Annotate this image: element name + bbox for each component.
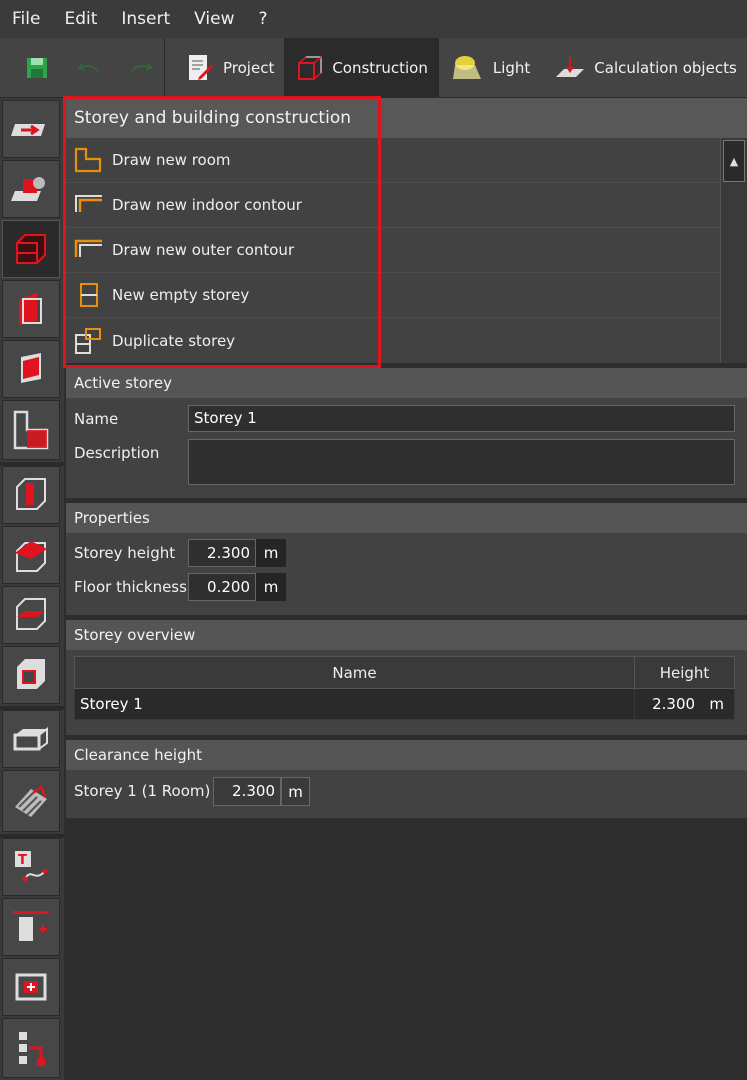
text-icon[interactable]: T (2, 838, 60, 896)
room-draw-icon (74, 147, 102, 173)
draw-new-room-label: Draw new room (112, 151, 231, 169)
roof-icon[interactable] (2, 526, 60, 584)
storey-overview-body: Name Height Storey 1 2.300 m (66, 650, 747, 735)
floor-icon[interactable] (2, 586, 60, 644)
svg-text:T: T (18, 853, 27, 868)
storey-name-label: Name (74, 410, 119, 428)
floor-thickness-label: Floor thickness (74, 578, 187, 596)
outer-contour-icon (74, 239, 102, 257)
wall-icon[interactable] (2, 280, 60, 338)
construction-command-list: Draw new room Draw new indoor contour Dr… (66, 138, 747, 363)
tab-construction[interactable]: Construction (284, 38, 439, 97)
tab-construction-label: Construction (332, 58, 428, 77)
draw-new-room-button[interactable]: Draw new room (66, 138, 720, 183)
new-empty-storey-label: New empty storey (112, 286, 250, 304)
stairs-icon[interactable] (2, 770, 60, 832)
luminaire-icon[interactable] (2, 898, 60, 956)
undo-icon[interactable] (74, 53, 104, 83)
row-height-cell: 2.300 m (634, 688, 735, 720)
toolbar-file-actions (0, 38, 165, 97)
furniture-icon[interactable] (2, 160, 60, 218)
column-header-height[interactable]: Height (634, 656, 735, 689)
command-list-scrollbar[interactable]: ▲ (720, 138, 747, 363)
clearance-height-title: Clearance height (66, 740, 747, 770)
storey-description-label: Description (74, 444, 160, 462)
main-panel: Storey and building construction Draw ne… (66, 98, 747, 818)
indoor-contour-icon (75, 195, 102, 212)
table-row[interactable]: Storey 1 2.300 m (73, 688, 735, 720)
tab-calculation-objects[interactable]: Calculation objects (540, 38, 747, 97)
clearance-height-unit: m (281, 777, 310, 806)
draw-new-indoor-contour-label: Draw new indoor contour (112, 196, 302, 214)
duplicate-storey-label: Duplicate storey (112, 331, 236, 350)
menu-help[interactable]: ? (246, 0, 279, 38)
tab-project-label: Project (223, 58, 275, 77)
calc-surface-icon[interactable] (2, 958, 60, 1016)
door-icon[interactable] (2, 340, 60, 398)
save-icon[interactable] (22, 53, 52, 83)
floor-thickness-unit: m (256, 573, 286, 601)
storey-height-label: Storey height (74, 544, 176, 562)
column-icon[interactable] (2, 466, 60, 524)
storey-height-input[interactable]: 2.300 (188, 539, 256, 567)
tab-light[interactable]: Light (439, 38, 540, 97)
new-empty-storey-button[interactable]: New empty storey (66, 273, 720, 318)
tab-light-label: Light (492, 58, 531, 77)
clearance-height-body: Storey 1 (1 Room) 2.300 m (66, 770, 747, 818)
draw-new-outer-contour-label: Draw new outer contour (112, 241, 295, 259)
project-icon (189, 54, 213, 80)
column-header-name[interactable]: Name (73, 656, 636, 689)
draw-new-outer-contour-button[interactable]: Draw new outer contour (66, 228, 720, 273)
room-icon[interactable] (2, 400, 60, 460)
draw-new-indoor-contour-button[interactable]: Draw new indoor contour (66, 183, 720, 228)
scroll-up-button[interactable]: ▲ (723, 140, 745, 182)
menu-bar: File Edit Insert View ? (0, 0, 747, 38)
duplicate-storey-button[interactable]: Duplicate storey (66, 318, 720, 363)
storey-description-input[interactable] (188, 439, 735, 485)
properties-body: Storey height 2.300 m Floor thickness 0.… (66, 533, 747, 615)
menu-file[interactable]: File (0, 0, 52, 38)
construction-icon (298, 55, 322, 80)
storey-name-input[interactable]: Storey 1 (188, 405, 735, 432)
measure-icon[interactable] (2, 1018, 60, 1078)
calculation-icon (556, 56, 585, 77)
empty-storey-icon (80, 283, 98, 307)
row-height-value: 2.300 (652, 695, 696, 713)
row-height-unit: m (709, 695, 724, 713)
toolbar: Project Construction Light Calculation o… (0, 38, 747, 98)
clearance-storey-label: Storey 1 (1 Room) (74, 782, 211, 800)
tool-rail: T (0, 98, 64, 1080)
menu-insert[interactable]: Insert (109, 0, 182, 38)
floor-thickness-input[interactable]: 0.200 (188, 573, 256, 601)
light-icon (452, 55, 481, 79)
storey-overview-title: Storey overview (66, 620, 747, 650)
clearance-height-input[interactable]: 2.300 (213, 777, 281, 806)
window-icon[interactable] (2, 710, 60, 768)
tab-calculation-objects-label: Calculation objects (594, 58, 737, 77)
construction-panel-title: Storey and building construction (66, 98, 747, 138)
active-storey-title: Active storey (66, 368, 747, 398)
row-name-cell: Storey 1 (73, 688, 636, 720)
tab-project[interactable]: Project (165, 38, 284, 97)
storey-height-unit: m (256, 539, 286, 567)
storey-overview-table: Name Height Storey 1 2.300 m (73, 656, 735, 720)
duplicate-storey-icon (75, 327, 101, 354)
menu-edit[interactable]: Edit (52, 0, 109, 38)
ceiling-icon[interactable] (2, 646, 60, 704)
menu-view[interactable]: View (182, 0, 246, 38)
active-storey-body: Name Storey 1 Description (66, 398, 747, 498)
construction-rail-icon[interactable] (2, 220, 60, 278)
arrow-tool-icon[interactable] (2, 100, 60, 158)
properties-title: Properties (66, 503, 747, 533)
redo-icon[interactable] (126, 53, 156, 83)
